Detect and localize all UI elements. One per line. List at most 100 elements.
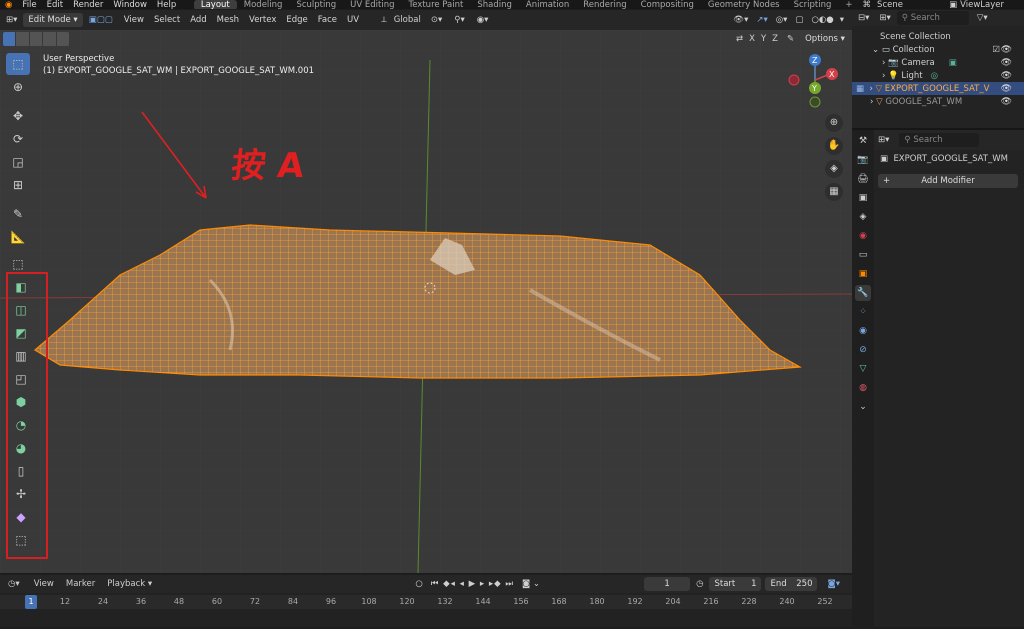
shading-dropdown-icon[interactable]: ▾ [838, 15, 852, 25]
bevel-icon[interactable]: ◩ [9, 322, 33, 344]
material-tab-icon[interactable]: ◍ [855, 380, 871, 396]
scene-tab-icon[interactable]: ◈ [855, 209, 871, 225]
proportional-edit-icon[interactable]: ◉▾ [471, 15, 495, 25]
menu-add[interactable]: Add [185, 15, 211, 25]
scene-name[interactable]: Scene [874, 0, 946, 9]
zoom-icon[interactable]: ⊕ [825, 114, 843, 132]
extrude-region-icon[interactable]: ◧ [9, 276, 33, 298]
outliner-display-icon[interactable]: ⊞▾ [879, 13, 890, 23]
inset-faces-icon[interactable]: ◫ [9, 299, 33, 321]
add-workspace-icon[interactable]: + [838, 0, 859, 9]
menu-edge[interactable]: Edge [281, 15, 312, 25]
knife-icon[interactable]: ◰ [9, 368, 33, 390]
keying-icon[interactable]: ◙ ⌄ [518, 579, 544, 589]
3d-viewport[interactable]: Z X Y User Perspective (1) EXPORT_GOOGLE… [0, 30, 852, 573]
editor-type-icon[interactable]: ⊞▾ [0, 15, 23, 25]
eye-icon[interactable]: 👁 [1001, 84, 1012, 94]
tab-layout[interactable]: Layout [193, 0, 237, 9]
tab-modeling[interactable]: Modeling [237, 0, 290, 9]
mirror-icon[interactable]: ⇄ [733, 34, 746, 44]
move-tool-icon[interactable]: ✥ [6, 105, 30, 127]
data-tab-icon[interactable]: ▽ [855, 361, 871, 377]
axis-z-toggle[interactable]: Z [769, 34, 781, 44]
menu-face[interactable]: Face [313, 15, 342, 25]
transform-orientation-icon[interactable]: ⟂ [378, 15, 390, 25]
more-tabs-icon[interactable]: ⌄ [855, 399, 871, 415]
rip-region-icon[interactable]: ⬚ [9, 529, 33, 551]
measure-tool-icon[interactable]: 📐 [6, 226, 30, 248]
view-layer-tab-icon[interactable]: ▣ [855, 190, 871, 206]
eye-icon[interactable]: 👁 [1001, 71, 1012, 81]
render-tab-icon[interactable]: 📷 [855, 152, 871, 168]
loop-cut-icon[interactable]: ▥ [9, 345, 33, 367]
particles-tab-icon[interactable]: ⁘ [855, 304, 871, 320]
end-frame-field[interactable]: End 250 [765, 577, 818, 591]
physics-tab-icon[interactable]: ◉ [855, 323, 871, 339]
outliner-collection[interactable]: ⌄ ▭ Collection ☑ 👁 [852, 43, 1024, 56]
edit-mode-indicator-icon[interactable]: ▦ [856, 84, 864, 94]
scene-icon[interactable]: ⌘ [860, 0, 875, 9]
gizmo-toggle-icon[interactable]: ↗▾ [752, 15, 771, 25]
poly-build-icon[interactable]: ⬢ [9, 391, 33, 413]
outliner-light[interactable]: › 💡 Light ◎ 👁 [852, 69, 1024, 82]
menu-edit[interactable]: Edit [42, 0, 68, 9]
world-tab-icon[interactable]: ◉ [855, 228, 871, 244]
smooth-icon[interactable]: ◕ [9, 437, 33, 459]
menu-vertex[interactable]: Vertex [244, 15, 281, 25]
output-tab-icon[interactable]: 🖨 [855, 171, 871, 187]
select-box-tool-icon[interactable]: ⬚ [6, 53, 30, 75]
sync-icon[interactable]: ◙▾ [817, 579, 852, 589]
expand-icon[interactable]: › [882, 71, 885, 81]
pivot-icon[interactable]: ⊙▾ [425, 15, 448, 25]
view-layer-icon[interactable]: ▣ [946, 0, 960, 9]
tab-sculpting[interactable]: Sculpting [289, 0, 343, 9]
menu-uv[interactable]: UV [342, 15, 364, 25]
constraints-tab-icon[interactable]: ⊘ [855, 342, 871, 358]
overlay-toggle-icon[interactable]: ◎▾ [772, 15, 792, 25]
collection-tab-icon[interactable]: ▭ [855, 247, 871, 263]
outliner-google-sat[interactable]: › ▽ GOOGLE_SAT_WM 👁 [852, 95, 1024, 108]
menu-file[interactable]: File [17, 0, 41, 9]
eye-icon[interactable]: 👁 [1001, 58, 1012, 68]
expand-icon[interactable]: › [882, 58, 885, 68]
properties-editor-icon[interactable]: ⊞▾ [878, 135, 889, 145]
menu-view[interactable]: View [119, 15, 149, 25]
view-layer-name[interactable]: ViewLayer [960, 0, 1024, 9]
menu-select[interactable]: Select [149, 15, 185, 25]
cursor-tool-icon[interactable]: ⊕ [6, 76, 30, 98]
expand-icon[interactable]: › [869, 84, 872, 94]
menu-help[interactable]: Help [152, 0, 181, 9]
record-icon[interactable]: ○ [411, 579, 426, 589]
clock-icon[interactable]: ◷ [690, 579, 709, 589]
outliner-editor-icon[interactable]: ⊟▾ [858, 13, 869, 23]
start-frame-field[interactable]: Start 1 [709, 577, 762, 591]
spin-icon[interactable]: ◔ [9, 414, 33, 436]
shrink-fatten-icon[interactable]: ✢ [9, 483, 33, 505]
edge-slide-icon[interactable]: ▯ [9, 460, 33, 482]
timeline-menu-view[interactable]: View [28, 579, 60, 589]
eye-icon[interactable]: 👁 [1001, 45, 1012, 55]
modifier-tab-icon[interactable]: 🔧 [855, 285, 871, 301]
tab-compositing[interactable]: Compositing [634, 0, 701, 9]
outliner-export-object[interactable]: ▦ › ▽ EXPORT_GOOGLE_SAT_V 👁 [852, 82, 1024, 95]
xray-icon[interactable]: ▢ [791, 15, 807, 25]
camera-view-icon[interactable]: ◈ [825, 160, 843, 178]
shear-icon[interactable]: ◆ [9, 506, 33, 528]
perspective-grid-icon[interactable]: ▦ [825, 183, 843, 201]
transform-tool-icon[interactable]: ⊞ [6, 174, 30, 196]
timeline-menu-marker[interactable]: Marker [60, 579, 101, 589]
axis-x-toggle[interactable]: X [746, 34, 758, 44]
mode-select-buttons[interactable] [3, 32, 70, 46]
outliner-camera[interactable]: › 📷 Camera ▣ 👁 [852, 56, 1024, 69]
snap-icon[interactable]: ⚲▾ [448, 15, 471, 25]
tab-geometry-nodes[interactable]: Geometry Nodes [701, 0, 787, 9]
select-mode-icons[interactable]: ▣▢▢ [83, 15, 119, 25]
timeline-editor-icon[interactable]: ◷▾ [0, 579, 28, 589]
tab-shading[interactable]: Shading [470, 0, 519, 9]
tab-texture-paint[interactable]: Texture Paint [401, 0, 470, 9]
orientation-dropdown[interactable]: Global [390, 15, 425, 25]
object-tab-icon[interactable]: ▣ [855, 266, 871, 282]
tab-rendering[interactable]: Rendering [576, 0, 633, 9]
menu-window[interactable]: Window [108, 0, 152, 9]
axis-y-toggle[interactable]: Y [758, 34, 769, 44]
